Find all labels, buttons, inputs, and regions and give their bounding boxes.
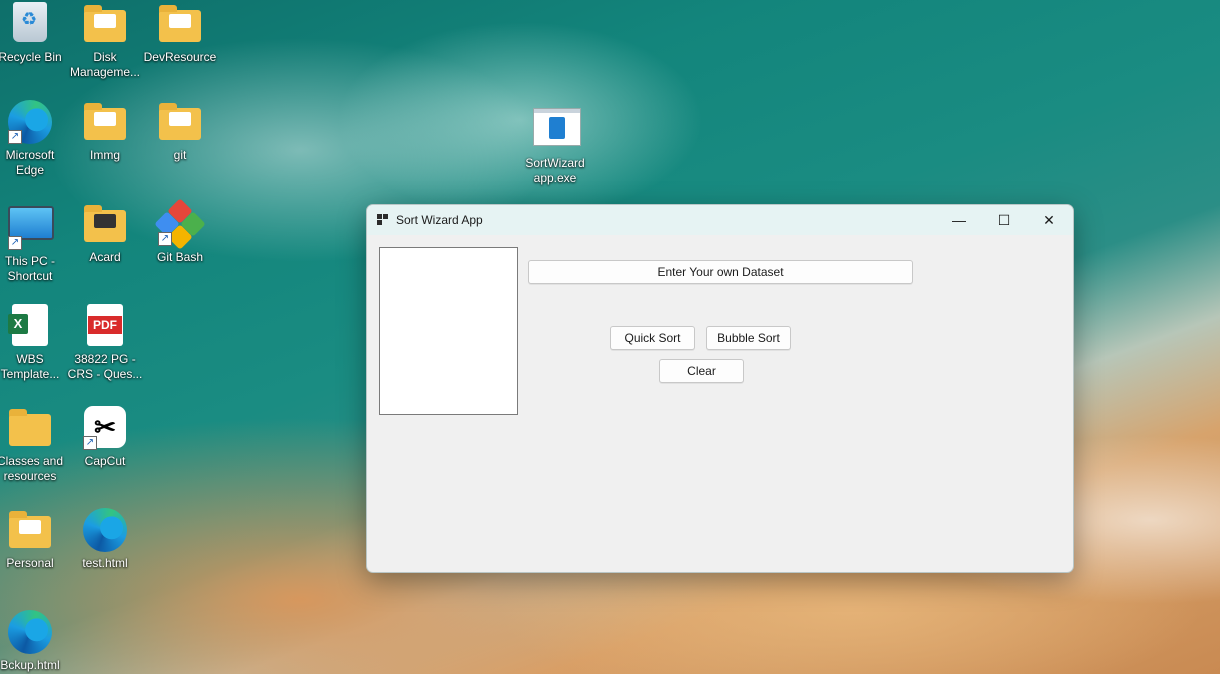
desktop-icon-personal[interactable]: Personal: [0, 508, 68, 571]
folder-icon: [83, 202, 127, 246]
quick-sort-button[interactable]: Quick Sort: [610, 326, 695, 350]
desktop-icon-label: test.html: [82, 556, 128, 570]
desktop-icon-sortwizard-exe[interactable]: SortWizard app.exe: [517, 104, 593, 186]
folder-icon: [83, 100, 127, 144]
desktop-icon-bckup-html[interactable]: Bckup.html: [0, 610, 68, 673]
desktop-icon-devresource[interactable]: DevResource: [142, 2, 218, 65]
enter-dataset-button[interactable]: Enter Your own Dataset: [528, 260, 913, 284]
clear-button[interactable]: Clear: [659, 359, 744, 383]
app-icon: [377, 214, 388, 225]
desktop-icon-label: Recycle Bin: [0, 50, 62, 64]
desktop-icon-acard[interactable]: Acard: [67, 202, 143, 265]
desktop-icon-label: WBS Template...: [0, 352, 60, 381]
edge-icon: ↗: [8, 100, 52, 144]
desktop-icon-pdf-document[interactable]: PDF 38822 PG - CRS - Ques...: [67, 304, 143, 382]
desktop-icon-microsoft-edge[interactable]: ↗ Microsoft Edge: [0, 100, 68, 178]
excel-icon: X: [8, 304, 52, 348]
monitor-icon: ↗: [8, 206, 54, 250]
title-bar[interactable]: Sort Wizard App — ☐ ✕: [367, 205, 1073, 235]
desktop-icon-label: DevResource: [143, 50, 217, 64]
desktop-icon-test-html[interactable]: test.html: [67, 508, 143, 571]
desktop-icon-immg[interactable]: Immg: [67, 100, 143, 163]
desktop-icon-git-bash[interactable]: ↗ Git Bash: [142, 198, 218, 265]
folder-icon: [8, 406, 52, 450]
bubble-sort-button[interactable]: Bubble Sort: [706, 326, 791, 350]
shortcut-arrow-icon: ↗: [158, 232, 172, 246]
desktop-icon-label: CapCut: [84, 454, 126, 468]
shortcut-arrow-icon: ↗: [8, 130, 22, 144]
desktop-icon-disk-management[interactable]: Disk Manageme...: [67, 2, 143, 80]
window-title: Sort Wizard App: [396, 213, 483, 227]
desktop-icon-git[interactable]: git: [142, 100, 218, 163]
folder-icon: [158, 2, 202, 46]
shortcut-arrow-icon: ↗: [8, 236, 22, 250]
folder-icon: [8, 508, 52, 552]
desktop-icon-label: Microsoft Edge: [5, 148, 55, 177]
minimize-button[interactable]: —: [936, 205, 982, 235]
window-content: Enter Your own Dataset Quick Sort Bubble…: [367, 235, 1073, 572]
executable-icon: [533, 108, 581, 152]
desktop-icon-this-pc[interactable]: ↗ This PC - Shortcut: [0, 202, 68, 284]
folder-icon: [158, 100, 202, 144]
desktop-icon-label: git: [173, 148, 187, 162]
desktop-icon-label: This PC - Shortcut: [4, 254, 55, 283]
folder-icon: [83, 2, 127, 46]
desktop-icon-label: Immg: [90, 148, 120, 162]
capcut-icon: ✂ ↗: [83, 406, 127, 450]
desktop-icon-label: Git Bash: [156, 250, 204, 264]
close-button[interactable]: ✕: [1026, 205, 1072, 235]
desktop-icon-label: 38822 PG - CRS - Ques...: [67, 352, 143, 381]
shortcut-arrow-icon: ↗: [83, 436, 97, 450]
desktop-icon-label: Bckup.html: [0, 658, 60, 672]
desktop-icon-capcut[interactable]: ✂ ↗ CapCut: [67, 406, 143, 469]
desktop-icon-classes-and-resources[interactable]: Classes and resources: [0, 406, 68, 484]
desktop-icon-wbs-template[interactable]: X WBS Template...: [0, 304, 68, 382]
edge-icon: [8, 610, 52, 654]
sort-wizard-window: Sort Wizard App — ☐ ✕ Enter Your own Dat…: [366, 204, 1074, 573]
desktop-icon-label: Classes and resources: [0, 454, 64, 483]
maximize-button[interactable]: ☐: [981, 205, 1027, 235]
recycle-bin-icon: ♻: [8, 2, 52, 46]
desktop-icon-label: Disk Manageme...: [69, 50, 141, 79]
desktop-icon-label: Personal: [6, 556, 54, 570]
desktop-icon-recycle-bin[interactable]: ♻ Recycle Bin: [0, 2, 68, 65]
desktop-icon-label: Acard: [89, 250, 121, 264]
pdf-icon: PDF: [83, 304, 127, 348]
edge-icon: [83, 508, 127, 552]
dataset-list-box[interactable]: [379, 247, 518, 415]
desktop-icon-label: SortWizard app.exe: [525, 156, 585, 185]
git-bash-icon: ↗: [154, 198, 206, 250]
